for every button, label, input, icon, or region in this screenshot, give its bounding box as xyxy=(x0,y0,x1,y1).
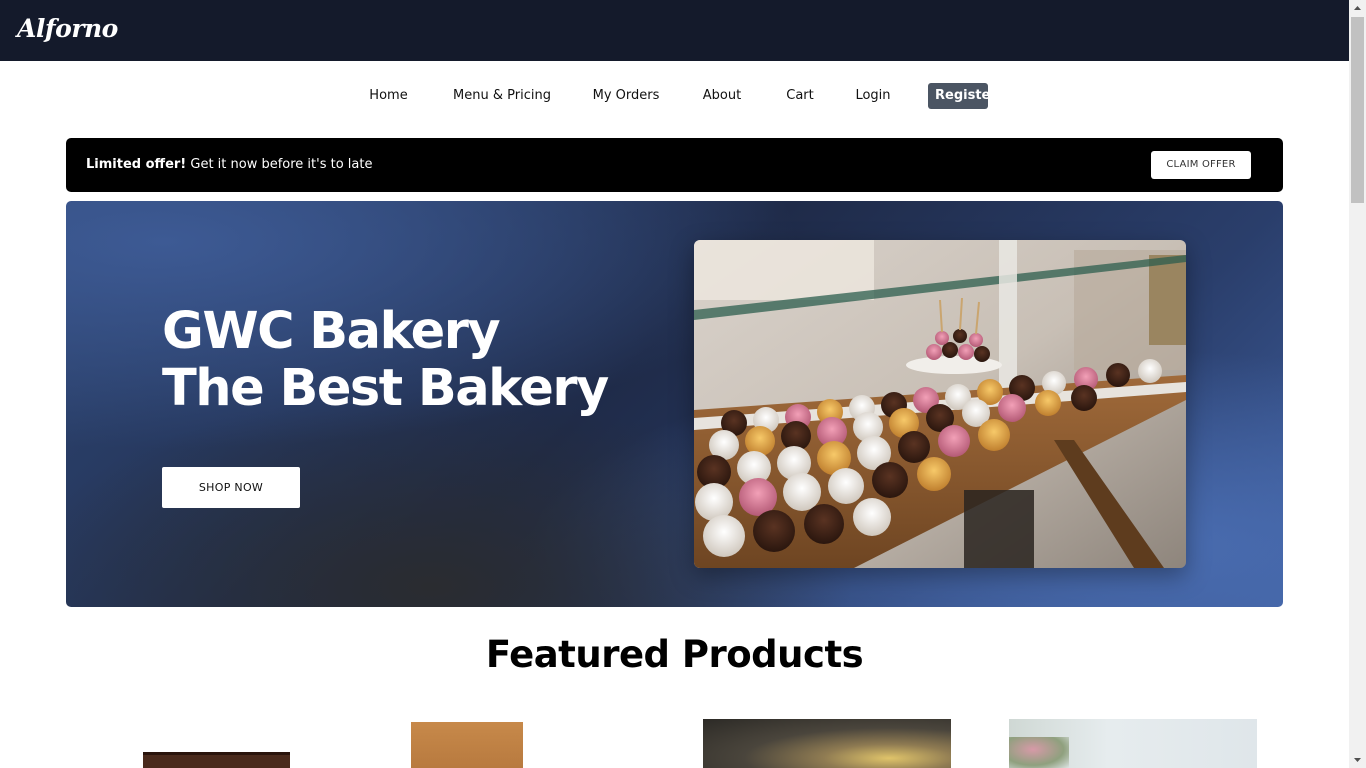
hero-title: GWC Bakery The Best Bakery xyxy=(162,302,609,418)
product-image-2[interactable] xyxy=(411,722,523,768)
limited-offer-banner: Limited offer! Get it now before it's to… xyxy=(66,138,1283,192)
nav-about[interactable]: About xyxy=(697,83,747,109)
hero-title-line-1: GWC Bakery xyxy=(162,302,501,361)
nav-login[interactable]: Login xyxy=(850,83,896,109)
nav-register-button[interactable]: Register xyxy=(928,83,997,109)
top-header-bar: Alforno xyxy=(0,0,1349,61)
product-image-3[interactable] xyxy=(703,719,951,768)
hero-banner: GWC Bakery The Best Bakery SHOP NOW xyxy=(66,201,1283,607)
page-scrollbar[interactable] xyxy=(1349,0,1366,768)
featured-products-title: Featured Products xyxy=(485,633,864,676)
flower-decoration xyxy=(1009,737,1069,768)
nav-home[interactable]: Home xyxy=(361,83,416,109)
offer-body-text: Get it now before it's to late xyxy=(186,157,373,172)
product-image-4[interactable] xyxy=(1009,719,1257,768)
scroll-down-arrow-icon[interactable] xyxy=(1349,751,1366,768)
claim-offer-button[interactable]: CLAIM OFFER xyxy=(1151,151,1251,179)
bakery-display-photo xyxy=(694,240,1186,568)
offer-message: Limited offer! Get it now before it's to… xyxy=(86,157,372,172)
hero-title-line-2: The Best Bakery xyxy=(162,359,609,418)
offer-bold-text: Limited offer! xyxy=(86,157,187,172)
nav-my-orders[interactable]: My Orders xyxy=(586,83,666,109)
scrollbar-thumb[interactable] xyxy=(1351,17,1364,203)
main-navigation: Home Menu & Pricing My Orders About Cart… xyxy=(0,83,1349,109)
brand-logo[interactable]: Alforno xyxy=(17,14,118,43)
shop-now-button[interactable]: SHOP NOW xyxy=(162,467,300,508)
nav-menu-pricing[interactable]: Menu & Pricing xyxy=(447,83,557,109)
product-image-1[interactable] xyxy=(143,752,290,768)
scroll-up-arrow-icon[interactable] xyxy=(1349,0,1366,17)
nav-cart[interactable]: Cart xyxy=(780,83,820,109)
